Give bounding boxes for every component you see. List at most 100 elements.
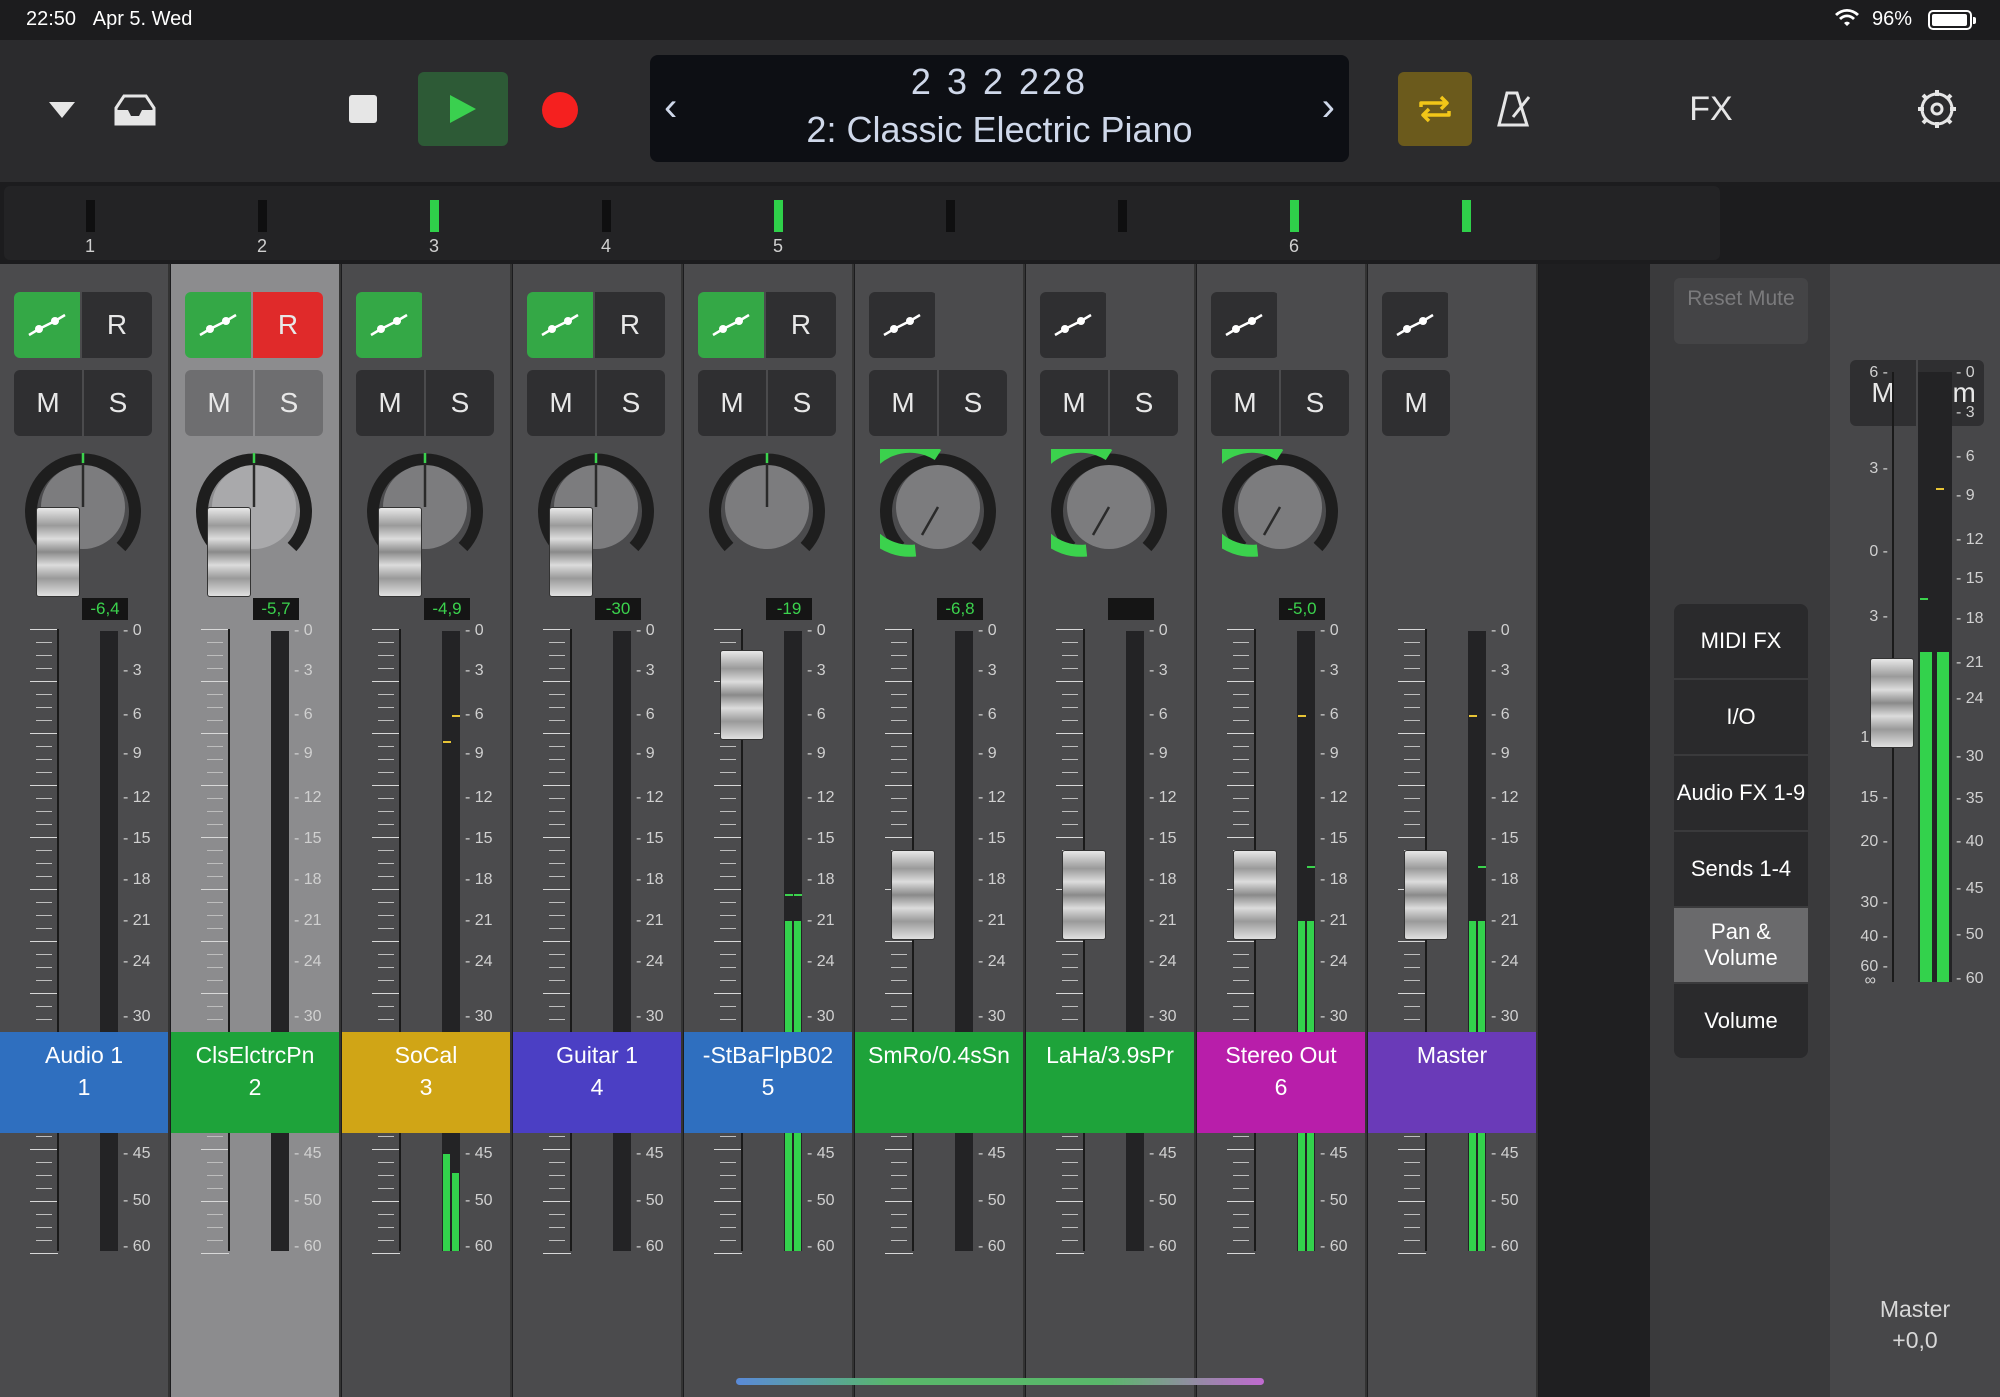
channel-name-label[interactable]: ClsElctrcPn 2 (171, 1032, 339, 1133)
solo-button[interactable]: S (768, 370, 836, 436)
reset-mute-button[interactable]: Reset Mute (1674, 278, 1808, 344)
channel-name-label[interactable]: Audio 1 1 (0, 1032, 168, 1133)
solo-button[interactable]: S (939, 370, 1007, 436)
overview-channel-number: 2 (256, 236, 267, 256)
view-menu-item[interactable]: MIDI FX (1674, 604, 1808, 680)
lcd-display[interactable]: 2 3 2 228 2: Classic Electric Piano ‹ › (650, 55, 1349, 162)
mute-button[interactable]: M (1382, 370, 1450, 436)
mute-button[interactable]: M (698, 370, 766, 436)
master-volume-fader[interactable] (1870, 658, 1914, 748)
solo-button[interactable]: S (426, 370, 494, 436)
channel-strip[interactable]: M S -5,0- 0- 3- 6- 9- 12- 15- 18- 21- 24- … (1193, 264, 1367, 1397)
cycle-button[interactable] (1398, 72, 1472, 146)
channel-name-label[interactable]: Stereo Out 6 (1197, 1032, 1365, 1133)
channel-name-label[interactable]: -StBaFlpB02 5 (684, 1032, 852, 1133)
volume-fader[interactable] (1404, 850, 1448, 940)
fader-ticks (885, 629, 915, 1254)
previous-patch-icon[interactable]: ‹ (664, 85, 677, 130)
master-meter-scale: - 0- 3- 6- 9- 12- 15- 18- 21- 24- 30- 35… (1956, 364, 1984, 987)
channel-name-label[interactable]: Guitar 1 4 (513, 1032, 681, 1133)
volume-readout: -5,0 (1279, 598, 1325, 620)
record-enable-button[interactable]: R (595, 292, 665, 358)
automation-record-row: R (14, 292, 152, 358)
channel-strip[interactable]: M S -6,8- 0- 3- 6- 9- 12- 15- 18- 21- 24- … (851, 264, 1025, 1397)
mute-button[interactable]: M (1040, 370, 1108, 436)
solo-button[interactable]: S (255, 370, 323, 436)
play-button[interactable] (418, 72, 508, 146)
record-button[interactable] (542, 92, 578, 128)
mute-button[interactable]: M (185, 370, 253, 436)
channel-name-label[interactable]: LaHa/3.9sPr (1026, 1032, 1194, 1133)
level-meter (442, 631, 460, 1251)
mute-button[interactable]: M (356, 370, 424, 436)
channel-strip[interactable]: R M S -30- 0- 3- 6- 9- 12- 15- 18- 21- 24- … (513, 264, 683, 1397)
channel-strip[interactable]: M S -4,9- 0- 3- 6- 9- 12- 15- 18- 21- 24- … (342, 264, 512, 1397)
view-menu-item[interactable]: Audio FX 1-9 (1674, 756, 1808, 832)
channel-number: 4 (590, 1074, 604, 1100)
volume-fader[interactable] (549, 507, 593, 597)
next-patch-icon[interactable]: › (1322, 85, 1335, 130)
settings-gear-icon[interactable] (1914, 86, 1960, 132)
metronome-icon[interactable] (1494, 86, 1534, 132)
volume-fader[interactable] (36, 507, 80, 597)
view-menu-item[interactable]: Sends 1-4 (1674, 832, 1808, 908)
volume-fader[interactable] (378, 507, 422, 597)
overview-meter (946, 200, 955, 232)
volume-fader[interactable] (1233, 850, 1277, 940)
mute-button[interactable]: M (527, 370, 595, 436)
automation-icon[interactable] (14, 292, 80, 358)
channel-name: Guitar 1 (556, 1042, 638, 1068)
volume-fader[interactable] (1062, 850, 1106, 940)
send-level-knob[interactable] (1022, 440, 1167, 565)
automation-icon[interactable] (698, 292, 764, 358)
volume-fader[interactable] (207, 507, 251, 597)
volume-fader[interactable] (720, 650, 764, 740)
send-level-knob[interactable] (851, 440, 996, 565)
channel-strip[interactable]: MS - 0- 3- 6- 9- 12- 15- 18- 21- 24- 30- … (1022, 264, 1196, 1397)
automation-icon[interactable] (356, 292, 422, 358)
automation-icon[interactable] (1382, 292, 1448, 358)
record-enable-button[interactable]: R (82, 292, 152, 358)
fader-track (1083, 629, 1085, 1251)
record-enable-button[interactable]: R (253, 292, 323, 358)
mute-button[interactable]: M (869, 370, 937, 436)
fader-ticks (1227, 629, 1257, 1254)
automation-record-row (869, 292, 937, 358)
channel-strip[interactable]: M - 0- 3- 6- 9- 12- 15- 18- 21- 24- 30- 3… (1368, 264, 1538, 1397)
stop-button[interactable] (348, 94, 378, 124)
overview-meter (774, 200, 783, 232)
channel-strip[interactable]: R M S -6,4- 0- 3- 6- 9- 12- 15- 18- 21- 24-… (0, 264, 170, 1397)
pan-knob[interactable] (709, 449, 825, 565)
overview-channel-number: 5 (772, 236, 783, 256)
automation-icon[interactable] (1211, 292, 1277, 358)
automation-icon[interactable] (1040, 292, 1106, 358)
solo-button[interactable]: S (1110, 370, 1178, 436)
mute-button[interactable]: M (14, 370, 82, 436)
record-icon (542, 92, 578, 128)
inbox-tray-icon[interactable] (108, 88, 162, 132)
automation-icon[interactable] (527, 292, 593, 358)
channel-name-label[interactable]: SmRo/0.4sSn (855, 1032, 1023, 1133)
channel-strip[interactable]: R M S -19- 0- 3- 6- 9- 12- 15- 18- 21- 24- … (684, 264, 854, 1397)
send-level-knob[interactable] (1193, 440, 1338, 565)
view-menu-item[interactable]: Volume (1674, 984, 1808, 1058)
record-enable-button[interactable]: R (766, 292, 836, 358)
automation-icon[interactable] (869, 292, 935, 358)
mute-button[interactable]: M (1211, 370, 1279, 436)
automation-record-row: R (527, 292, 665, 358)
automation-icon[interactable] (185, 292, 251, 358)
solo-button[interactable]: S (84, 370, 152, 436)
channel-name-label[interactable]: Master (1368, 1032, 1536, 1133)
browser-toggle-icon[interactable] (44, 90, 80, 130)
volume-fader[interactable] (891, 850, 935, 940)
view-menu-item[interactable]: I/O (1674, 680, 1808, 756)
solo-button[interactable]: S (597, 370, 665, 436)
channel-strip[interactable]: R M S -5,7- 0- 3- 6- 9- 12- 15- 18- 21- 24-… (171, 264, 341, 1397)
channel-name-label[interactable]: SoCal 3 (342, 1032, 510, 1133)
channel-scroll-indicator[interactable] (736, 1378, 1264, 1385)
channel-overview-strip[interactable]: 1 2 3 4 5 6 (4, 186, 1720, 260)
view-menu-item[interactable]: Pan & Volume (1674, 908, 1808, 984)
fx-button[interactable]: FX (1676, 86, 1746, 132)
mute-solo-row: MS (527, 370, 665, 436)
solo-button[interactable]: S (1281, 370, 1349, 436)
